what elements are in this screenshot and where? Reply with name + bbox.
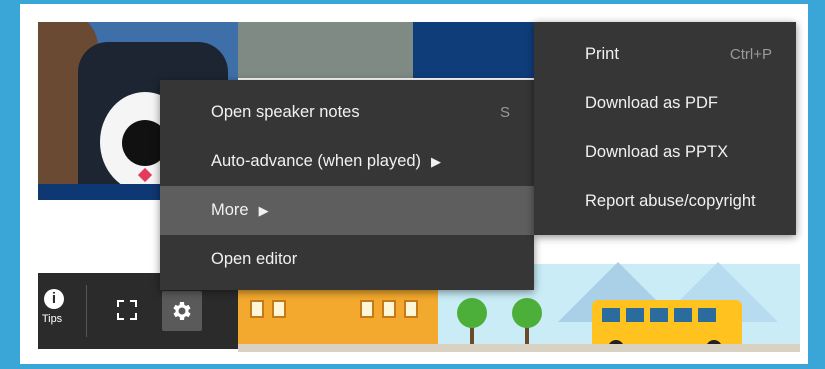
ground-illustration xyxy=(238,344,800,352)
tree-illustration xyxy=(512,298,542,328)
shortcut-label: Ctrl+P xyxy=(729,46,772,63)
more-submenu: Print Ctrl+P Download as PDF Download as… xyxy=(534,22,796,235)
gear-icon xyxy=(173,302,191,320)
settings-button[interactable] xyxy=(162,291,202,331)
menu-item-auto-advance[interactable]: Auto-advance (when played) ▶ xyxy=(160,137,534,186)
fullscreen-icon xyxy=(117,300,137,320)
menu-item-more[interactable]: More ▶ xyxy=(160,186,534,235)
menu-item-open-editor[interactable]: Open editor xyxy=(160,235,534,284)
submenu-arrow-icon: ▶ xyxy=(258,202,269,218)
submenu-item-print[interactable]: Print Ctrl+P xyxy=(534,30,796,79)
school-building-illustration xyxy=(238,290,438,346)
tree-illustration xyxy=(457,298,487,328)
submenu-item-report-abuse[interactable]: Report abuse/copyright xyxy=(534,177,796,226)
tips-button[interactable]: i Tips xyxy=(38,289,66,339)
settings-menu: Open speaker notes S Auto-advance (when … xyxy=(160,80,534,290)
submenu-item-download-pptx[interactable]: Download as PPTX xyxy=(534,128,796,177)
submenu-arrow-icon: ▶ xyxy=(431,153,442,169)
menu-item-open-speaker-notes[interactable]: Open speaker notes S xyxy=(160,88,534,137)
slide-photo-secondary xyxy=(238,22,413,78)
tips-label: Tips xyxy=(41,313,63,325)
submenu-item-download-pdf[interactable]: Download as PDF xyxy=(534,79,796,128)
school-bus-illustration xyxy=(592,300,742,352)
shortcut-label: S xyxy=(499,104,510,121)
fullscreen-button[interactable] xyxy=(116,299,138,321)
control-separator xyxy=(86,285,87,337)
info-icon: i xyxy=(44,289,64,309)
